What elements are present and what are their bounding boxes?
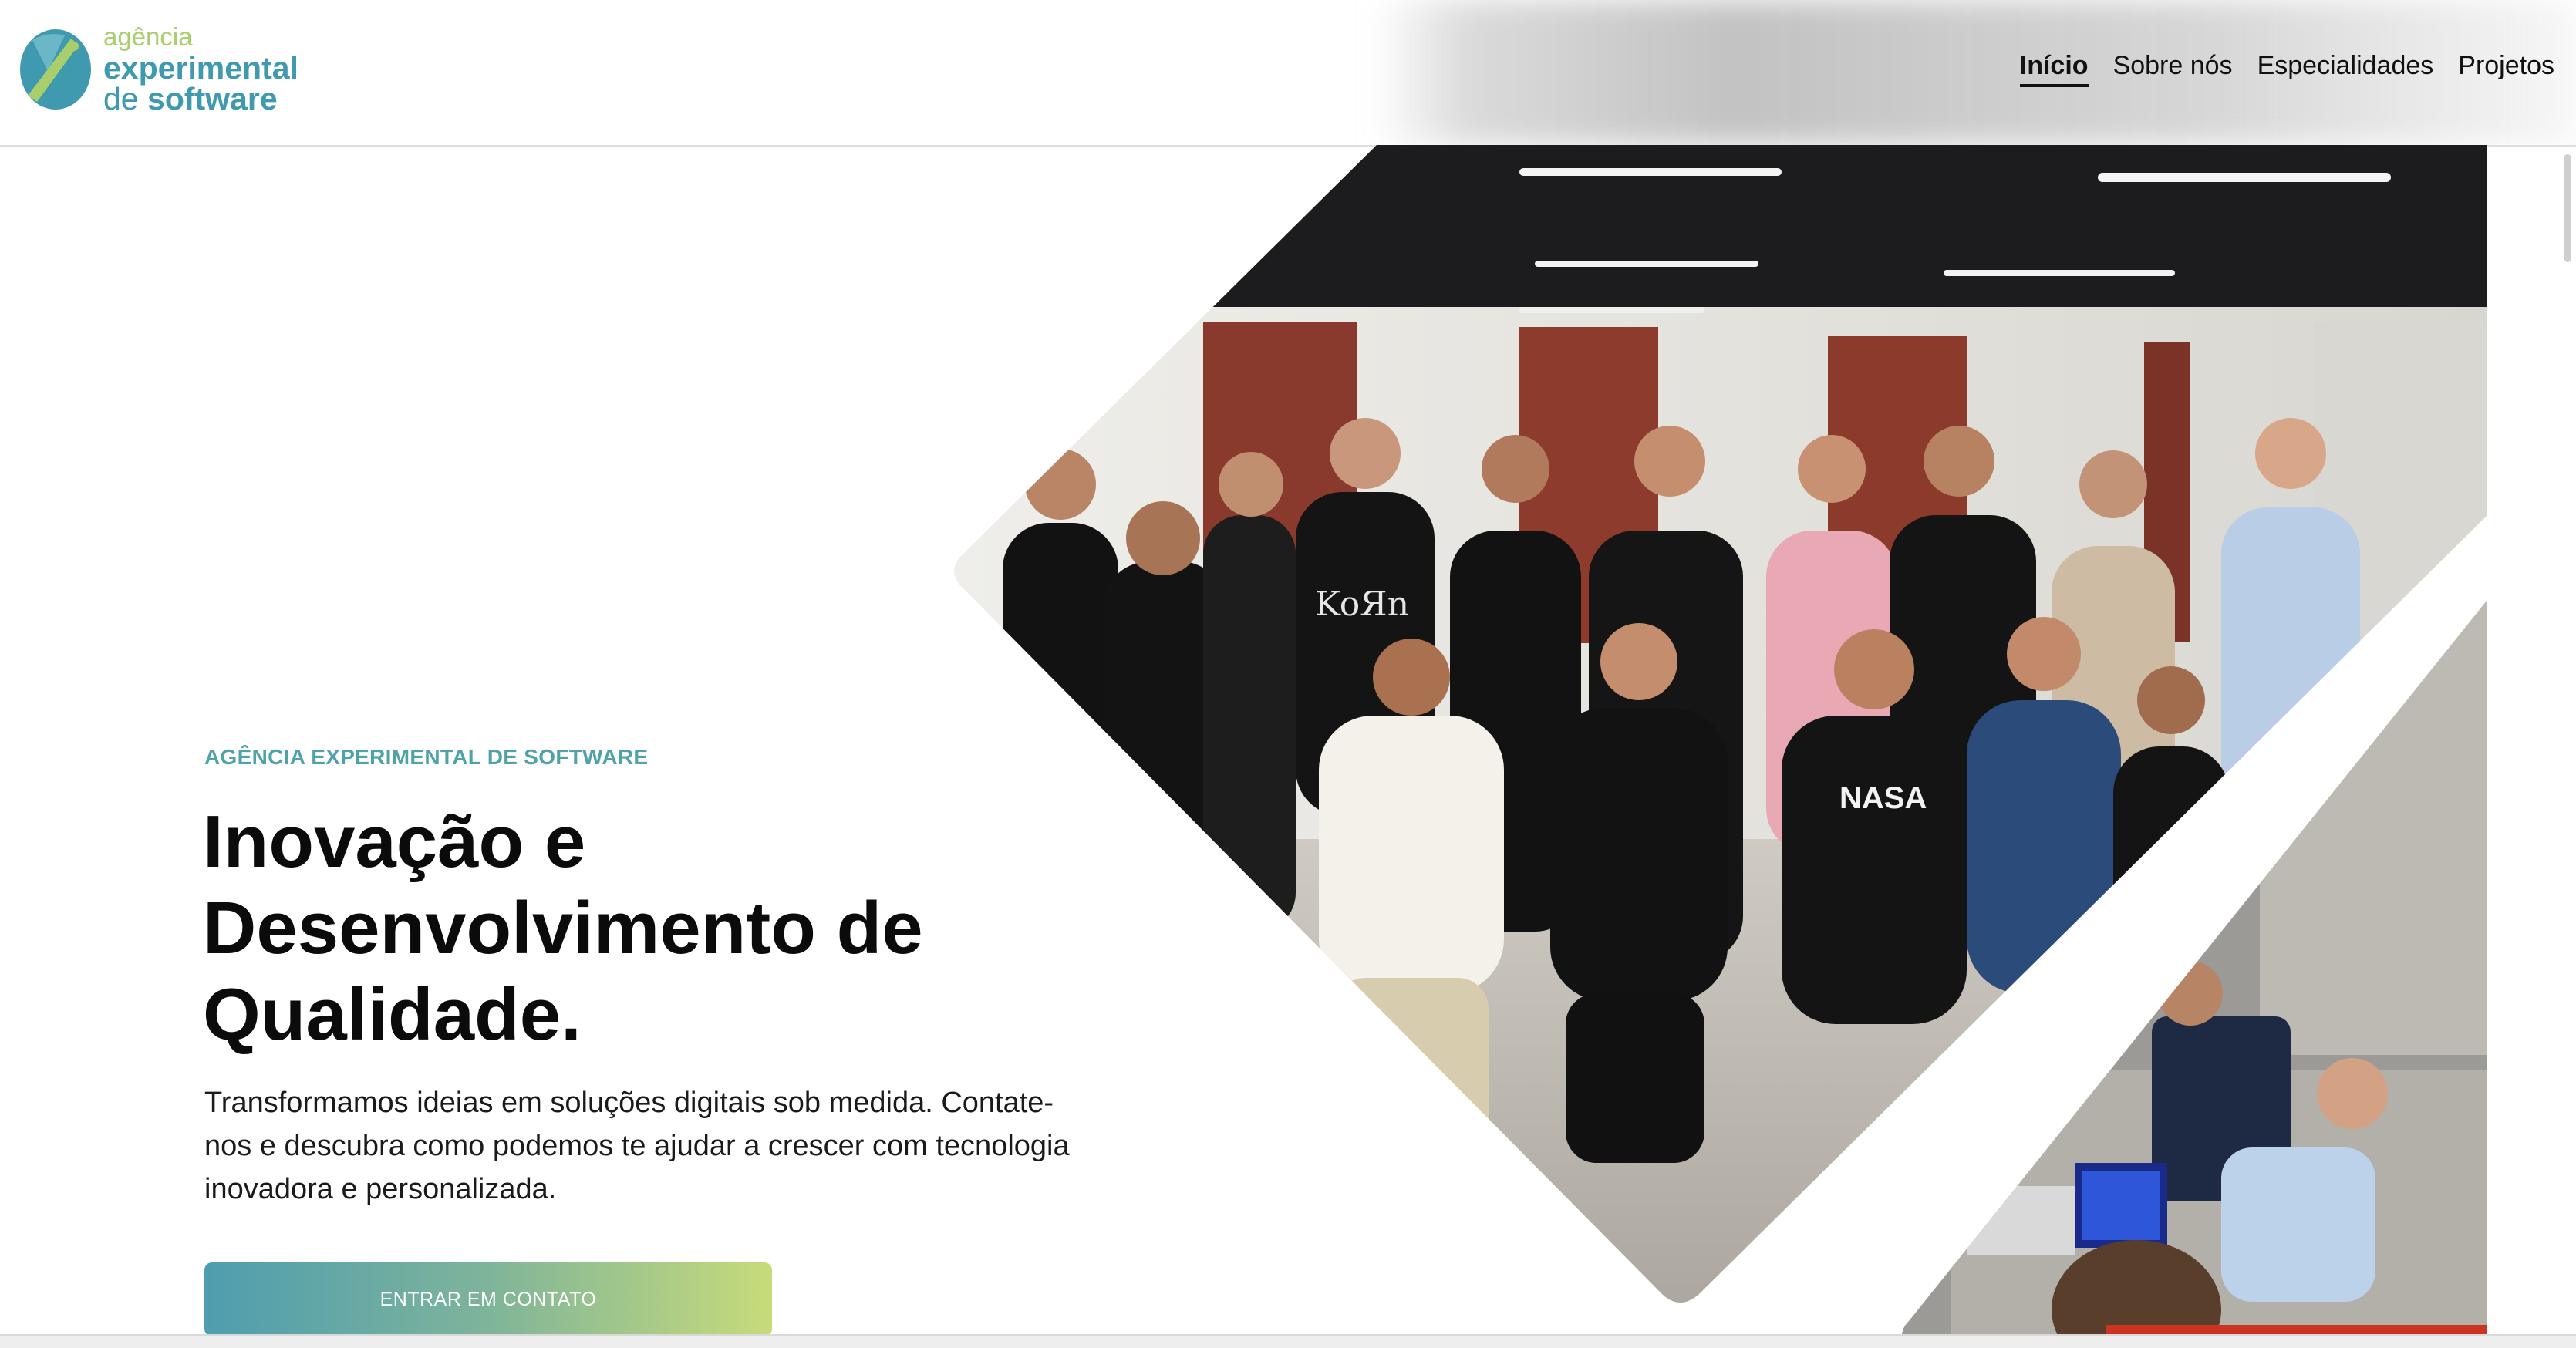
nav-projetos[interactable]: Projetos xyxy=(2458,51,2554,87)
window-bottom-edge xyxy=(0,1334,2576,1348)
nav-especialidades[interactable]: Especialidades xyxy=(2257,51,2434,87)
contact-button[interactable]: ENTRAR EM CONTATO xyxy=(204,1262,772,1336)
hero-image-collage: NASA KoЯn xyxy=(949,145,2491,1346)
logo-line-agencia: agência xyxy=(103,22,193,51)
logo-de: de xyxy=(103,81,139,116)
nav-inicio[interactable]: Início xyxy=(2019,51,2089,87)
logo-wordmark: agência experimental de software xyxy=(103,22,298,116)
nav-sobre-nos[interactable]: Sobre nós xyxy=(2113,51,2233,87)
hero-eyebrow: AGÊNCIA EXPERIMENTAL DE SOFTWARE xyxy=(204,745,649,769)
site-header: agência experimental de software Início … xyxy=(0,0,2576,147)
site-logo[interactable]: agência experimental de software xyxy=(17,22,341,122)
logo-mark-icon xyxy=(20,29,91,110)
shirt-korn-text: KoЯn xyxy=(1315,585,1409,624)
scrollbar-thumb[interactable] xyxy=(2564,154,2571,262)
hero-title: Inovação e Desenvolvimento de Qualidade. xyxy=(203,800,923,1056)
logo-line-experimental: experimental xyxy=(103,50,298,86)
logo-line-software: de software xyxy=(103,81,298,116)
main-nav: Início Sobre nós Especialidades Projetos xyxy=(2019,51,2554,87)
shirt-nasa-text: NASA xyxy=(1839,781,1927,815)
hero-photo-svg: NASA KoЯn xyxy=(954,145,2487,1346)
logo-software: software xyxy=(147,81,278,116)
